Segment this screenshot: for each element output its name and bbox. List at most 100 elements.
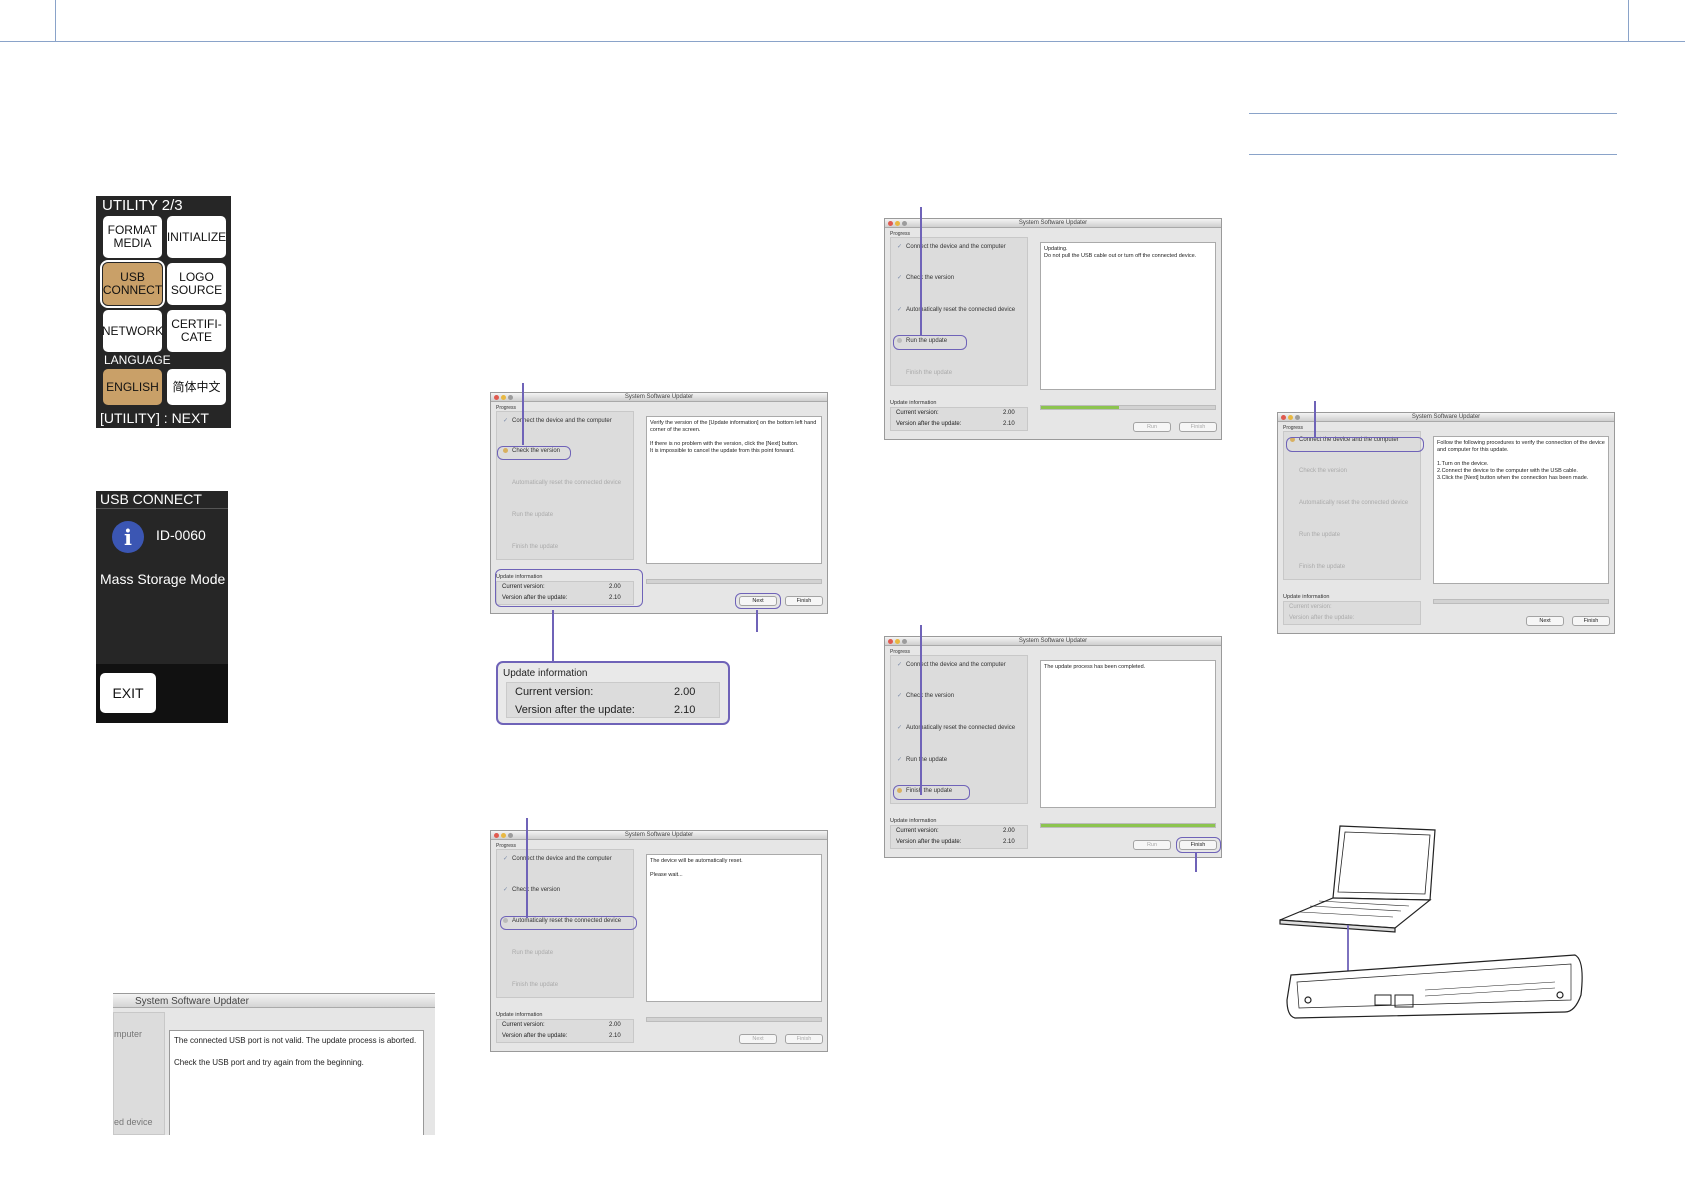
initialize-button[interactable]: INITIALIZE xyxy=(167,216,226,258)
section-rule xyxy=(1249,154,1617,155)
exit-button[interactable]: EXIT xyxy=(100,673,156,713)
update-info-box: Current version: 2.00 Version after the u… xyxy=(890,825,1028,849)
callout-line xyxy=(552,610,554,661)
step-run: Run the update xyxy=(1299,532,1341,538)
laptop-icon xyxy=(1279,825,1436,933)
step-reset: Automatically reset the connected device xyxy=(512,480,622,486)
language-label: LANGUAGE xyxy=(104,353,171,367)
step-connect: ✓ Connect the device and the computer xyxy=(897,244,1006,250)
update-info-box: Current version: 2.00 Version after the u… xyxy=(890,407,1028,431)
window-titlebar: System Software Updater xyxy=(113,994,435,1008)
update-info-zoom: Update information Current version: 2.00… xyxy=(496,661,730,725)
run-button[interactable]: Run xyxy=(1133,422,1171,432)
callout-line xyxy=(1195,853,1197,872)
usb-connect-screen: USB CONNECT i ID-0060 Mass Storage Mode … xyxy=(96,491,228,723)
step-connect: ✓ Connect the device and the computer xyxy=(503,418,612,424)
window-title: System Software Updater xyxy=(1018,638,1088,644)
window-title: System Software Updater xyxy=(624,832,694,838)
callout-line xyxy=(522,383,524,445)
run-button[interactable]: Run xyxy=(1133,840,1171,850)
section-rule xyxy=(1249,113,1617,114)
step-finish: Finish the update xyxy=(512,982,559,988)
progress-bar xyxy=(1040,405,1216,410)
progress-bar xyxy=(646,579,822,584)
zoom-info-box: Current version: 2.00 Version after the … xyxy=(506,682,720,718)
progress-steps: ✓ Connect the device and the computer ✓ Ch… xyxy=(890,655,1028,804)
step-finish: Finish the update xyxy=(906,370,953,376)
usb-connect-button[interactable]: USB CONNECT xyxy=(100,260,165,308)
progress-steps: ✓ Connect the device and the computer ✓ Ch… xyxy=(890,237,1028,386)
update-info-title: Update information xyxy=(890,818,937,824)
updater-window-check: System Software Updater Progress ✓ Connec… xyxy=(490,392,828,614)
progress-bar-fill xyxy=(1041,406,1120,409)
step-connect: ✓ Connect the device and the computer xyxy=(503,856,612,862)
finish-button[interactable]: Finish xyxy=(1179,422,1217,432)
highlight-frame xyxy=(735,593,781,609)
logo-source-button[interactable]: LOGO SOURCE xyxy=(167,263,226,305)
step-run: ✓ Run the update xyxy=(897,757,948,763)
mode-text: Mass Storage Mode xyxy=(100,571,226,587)
progress-bar xyxy=(646,1017,822,1022)
current-label: Current version: xyxy=(515,686,594,698)
screen-title: UTILITY 2/3 xyxy=(102,197,183,214)
error-window-crop: System Software Updater mputer ed device… xyxy=(113,993,435,1135)
step-reset: Automatically reset the connected device xyxy=(1299,500,1409,506)
callout-line xyxy=(920,625,922,795)
highlight-frame xyxy=(1176,837,1221,853)
step-check: ✓ Check the version xyxy=(503,887,561,893)
title-divider xyxy=(96,508,228,509)
usb-connection-illustration xyxy=(1279,825,1583,1019)
step-run: Run the update xyxy=(512,950,554,956)
certificate-button[interactable]: CERTIFI- CATE xyxy=(167,310,226,352)
message-area: The device will be automatically reset. … xyxy=(646,854,822,1002)
message-area: Verify the version of the [Update inform… xyxy=(646,416,822,564)
callout-line xyxy=(756,610,758,632)
screen-footer: [UTILITY] : NEXT xyxy=(100,410,209,426)
step-check: Check the version xyxy=(1299,468,1348,474)
window-title: System Software Updater xyxy=(1018,220,1088,226)
progress-steps: ✓ Connect the device and the computer Che… xyxy=(496,411,634,560)
info-icon: i xyxy=(112,521,144,553)
callout-line xyxy=(920,207,922,335)
error-message: The connected USB port is not valid. The… xyxy=(169,1030,424,1135)
update-info-title: Update information xyxy=(890,400,937,406)
highlight-frame xyxy=(495,569,643,607)
step-finish: Finish the update xyxy=(512,544,559,550)
header-divider xyxy=(1628,0,1629,41)
device-icon xyxy=(1286,954,1583,1019)
english-button[interactable]: ENGLISH xyxy=(103,369,162,405)
callout-line xyxy=(1314,401,1316,437)
next-button[interactable]: Next xyxy=(1526,616,1564,626)
update-info-box: Current version: 2.00 Version after the u… xyxy=(496,1019,634,1043)
update-info-box: Current version: Version after the updat… xyxy=(1283,601,1421,625)
finish-button[interactable]: Finish xyxy=(1572,616,1610,626)
highlight-frame xyxy=(497,446,571,460)
finish-button[interactable]: Finish xyxy=(785,596,823,606)
utility-screen: UTILITY 2/3 FORMAT MEDIA INITIALIZE USB … xyxy=(96,196,231,428)
updater-window-finish: System Software Updater Progress ✓ Connec… xyxy=(884,636,1222,858)
progress-bar-fill xyxy=(1041,824,1215,827)
step-label: mputer xyxy=(114,1029,143,1039)
header-rule xyxy=(0,41,1685,42)
progress-steps: Connect the device and the computer Chec… xyxy=(1283,431,1421,580)
zoom-title: Update information xyxy=(503,668,588,679)
updater-window-connect: System Software Updater Progress Connect… xyxy=(1277,412,1615,634)
window-title: System Software Updater xyxy=(1411,414,1481,420)
highlight-frame xyxy=(893,335,967,350)
step-reset: ✓ Automatically reset the connected devic… xyxy=(897,725,1016,731)
message-area: Follow the following procedures to verif… xyxy=(1433,436,1609,584)
next-button[interactable]: Next xyxy=(739,1034,777,1044)
current-value: 2.00 xyxy=(674,686,696,698)
network-button[interactable]: NETWORK xyxy=(102,310,163,352)
after-label: Version after the update: xyxy=(515,704,635,716)
step-reset: ✓ Automatically reset the connected devic… xyxy=(897,307,1016,313)
step-connect: ✓ Connect the device and the computer xyxy=(897,662,1006,668)
chinese-button[interactable]: 简体中文 xyxy=(167,369,226,405)
step-run: Run the update xyxy=(512,512,554,518)
finish-button[interactable]: Finish xyxy=(785,1034,823,1044)
message-area: Updating. Do not pull the USB cable out … xyxy=(1040,242,1216,390)
callout-line xyxy=(526,818,528,918)
progress-bar xyxy=(1433,599,1609,604)
update-info-title: Update information xyxy=(496,1012,543,1018)
format-media-button[interactable]: FORMAT MEDIA xyxy=(103,216,162,258)
